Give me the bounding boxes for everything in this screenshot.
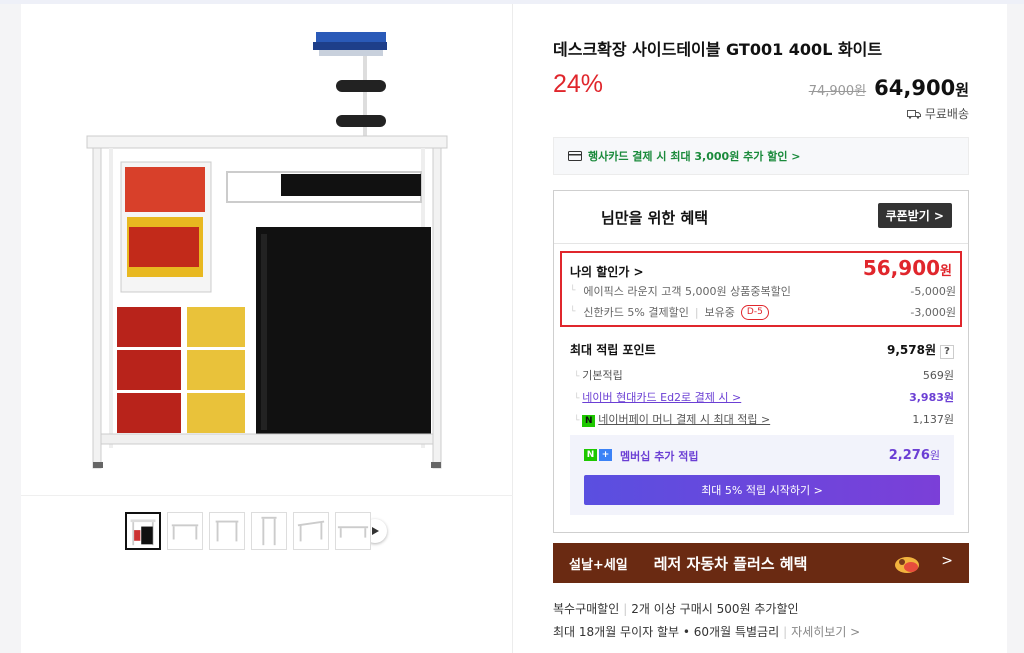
npay-icon: N	[582, 415, 596, 427]
discount-row: 에이픽스 라운지 고객 5,000원 상품중복할인 -5,000원	[570, 283, 956, 299]
point-row: 네이버 현대카드 Ed2로 결제 시 > 3,983원	[574, 389, 954, 405]
point-value: 569원	[922, 369, 954, 382]
discount-rate: 24%	[553, 70, 604, 98]
point-link-npay[interactable]: 네이버페이 머니 결제 시 최대 적립 >	[598, 413, 770, 426]
my-price-amount: 56,900원	[862, 256, 952, 280]
thumbnail-4[interactable]	[251, 512, 287, 550]
thumbnail-3[interactable]	[209, 512, 245, 550]
points-total: 9,578원?	[887, 341, 954, 359]
point-label: 기본적립	[574, 367, 622, 383]
discount-label: 에이픽스 라운지 고객 5,000원 상품중복할인	[570, 283, 790, 299]
point-value: 3,983원	[909, 391, 954, 404]
multi-buy-info: 복수구매할인 | 2개 이상 구매시 500원 추가할인	[553, 602, 799, 616]
question-icon[interactable]: ?	[940, 345, 954, 359]
promo-tag: 설날+세일	[569, 557, 628, 573]
promo-banner[interactable]: 설날+세일 레저 자동차 플러스 혜택 >	[553, 543, 969, 583]
discount-label: 신한카드 5% 결제할인	[583, 306, 689, 319]
thumbnail-strip	[125, 510, 387, 552]
promo-text: 레저 자동차 플러스 혜택	[653, 554, 808, 573]
card-banner-text: 행사카드 결제 시 최대 3,000원 추가 할인 >	[588, 150, 801, 163]
thumbnail-1[interactable]	[125, 512, 161, 550]
discount-value: -3,000원	[910, 306, 956, 319]
card-discount-banner[interactable]: 행사카드 결제 시 최대 3,000원 추가 할인 >	[553, 137, 969, 175]
membership-box: N + 멤버십 추가 적립 2,276원 최대 5% 적립 시작하기 >	[570, 435, 954, 515]
point-row: 기본적립 569원	[574, 367, 954, 383]
multi-buy-label: 복수구매할인	[553, 602, 620, 616]
image-divider	[21, 495, 513, 496]
promo-arrow: >	[941, 553, 953, 569]
my-price-box: 나의 할인가 > 56,900원 에이픽스 라운지 고객 5,000원 상품중복…	[560, 251, 962, 327]
thumbnail-5[interactable]	[293, 512, 329, 550]
product-main-image[interactable]	[81, 22, 451, 477]
installment-info: 최대 18개월 무이자 할부 • 60개월 특별금리 | 자세히보기 >	[553, 625, 861, 639]
benefit-box: 님만을 위한 혜택 쿠폰받기 > 나의 할인가 > 56,900원 에이픽스 라…	[553, 190, 969, 533]
multi-buy-detail: 2개 이상 구매시 500원 추가할인	[631, 602, 799, 616]
shipping-label: 무료배송	[924, 107, 969, 121]
card-icon	[568, 151, 582, 161]
benefit-title: 님만을 위한 혜택	[601, 209, 709, 227]
shipping-info: 무료배송	[906, 105, 969, 122]
installment-label: 최대 18개월 무이자 할부 • 60개월 특별금리	[553, 625, 780, 639]
price-box: 74,900원 64,900원	[809, 76, 969, 100]
truck-icon	[906, 109, 921, 119]
discount-value: -5,000원	[910, 285, 956, 298]
membership-start-button[interactable]: 최대 5% 적립 시작하기 >	[584, 475, 940, 505]
coupon-button[interactable]: 쿠폰받기 >	[877, 203, 952, 228]
product-page: 데스크확장 사이드테이블 GT001 400L 화이트 24% 74,900원 …	[0, 0, 1024, 653]
product-image-panel	[21, 4, 513, 653]
product-title: 데스크확장 사이드테이블 GT001 400L 화이트	[553, 40, 883, 59]
discount-row: 신한카드 5% 결제할인 | 보유중 D-5 -3,000원	[570, 304, 956, 320]
point-label-wrap: 네이버 현대카드 Ed2로 결제 시 >	[574, 389, 741, 405]
points-label: 최대 적립 포인트	[570, 343, 656, 357]
see-more-link[interactable]: 자세히보기 >	[791, 625, 860, 639]
discount-label-wrap: 신한카드 5% 결제할인 | 보유중 D-5	[570, 304, 769, 320]
product-info-panel: 데스크확장 사이드테이블 GT001 400L 화이트 24% 74,900원 …	[513, 4, 1007, 653]
point-label-wrap: N네이버페이 머니 결제 시 최대 적립 >	[574, 411, 770, 427]
membership-value: 2,276원	[888, 448, 940, 463]
membership-label: 멤버십 추가 적립	[620, 450, 699, 463]
my-price-label[interactable]: 나의 할인가 >	[570, 263, 644, 280]
benefit-divider	[554, 243, 968, 244]
point-value: 1,137원	[912, 413, 954, 426]
point-link-hyundai[interactable]: 네이버 현대카드 Ed2로 결제 시 >	[582, 391, 741, 404]
thumbnail-2[interactable]	[167, 512, 203, 550]
dday-badge: D-5	[740, 304, 769, 320]
sale-price: 64,900원	[874, 76, 969, 100]
points-header: 최대 적립 포인트 9,578원?	[570, 341, 954, 359]
promo-gift-icon	[895, 557, 919, 573]
thumbnail-6[interactable]	[335, 512, 371, 550]
holding-label: 보유중	[704, 306, 735, 319]
naver-plus-icon: N +	[584, 449, 612, 461]
original-price: 74,900원	[808, 84, 867, 99]
point-row: N네이버페이 머니 결제 시 최대 적립 > 1,137원	[574, 411, 954, 427]
